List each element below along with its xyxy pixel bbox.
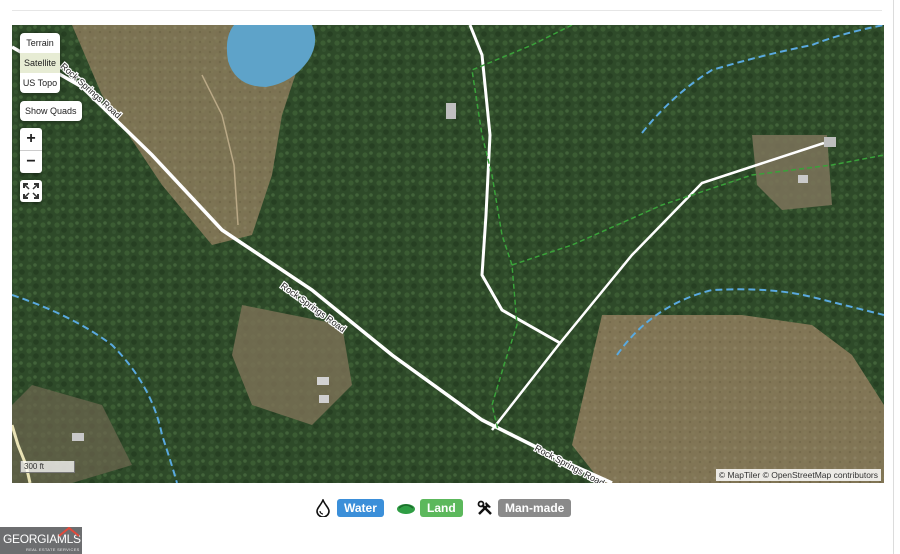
land-icon — [397, 504, 415, 514]
layer-satellite-button[interactable]: Satellite — [20, 53, 60, 73]
scale-bar: 300 ft — [20, 461, 75, 473]
zoom-in-button[interactable]: + — [20, 128, 42, 150]
man-made-legend-label: Man-made — [498, 499, 572, 517]
right-divider — [893, 0, 894, 554]
layer-switcher: Terrain Satellite US Topo — [20, 33, 60, 93]
land-legend-label: Land — [420, 499, 463, 517]
map-attribution: © MapTiler © OpenStreetMap contributors — [715, 469, 881, 481]
satellite-imagery: Rock Springs Road Rock Springs Road Rock… — [12, 25, 884, 483]
osm-attribution-link[interactable]: © OpenStreetMap contributors — [763, 470, 878, 480]
map-viewport[interactable]: Rock Springs Road Rock Springs Road Rock… — [12, 25, 884, 483]
roof-icon — [58, 527, 80, 537]
zoom-control: + − — [20, 128, 42, 173]
show-quads-button[interactable]: Show Quads — [20, 101, 82, 121]
fullscreen-icon — [23, 183, 39, 199]
maptiler-attribution-link[interactable]: © MapTiler — [719, 470, 760, 480]
brand-sub-text: REAL ESTATE SERVICES — [26, 547, 80, 552]
georgia-mls-logo: GEORGIAMLS REAL ESTATE SERVICES — [0, 527, 82, 554]
water-legend-label: Water — [337, 499, 384, 517]
tools-icon — [477, 500, 492, 515]
zoom-out-button[interactable]: − — [20, 150, 42, 173]
layer-terrain-button[interactable]: Terrain — [20, 33, 60, 53]
water-drop-icon — [316, 499, 330, 517]
layer-us-topo-button[interactable]: US Topo — [20, 73, 60, 93]
top-divider — [12, 10, 882, 11]
fullscreen-button[interactable] — [20, 180, 42, 202]
